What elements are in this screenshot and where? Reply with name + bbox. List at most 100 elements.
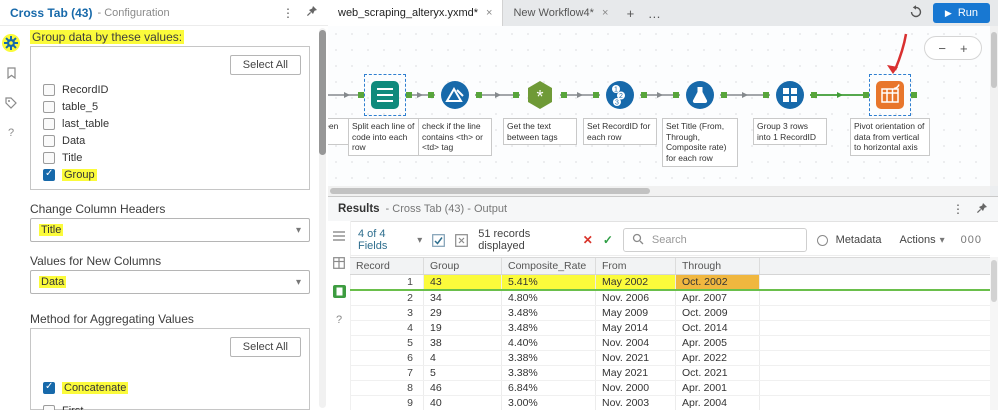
cell[interactable]: 2 [350,291,424,305]
output-anchor[interactable] [641,92,647,98]
field-option-data[interactable]: Data [31,132,309,149]
data-preview-icon[interactable] [332,285,346,301]
help-icon[interactable]: ? [2,124,20,142]
cell[interactable]: 46 [424,381,502,395]
zoom-in-button[interactable]: + [960,41,968,56]
cell[interactable]: 5 [350,336,424,350]
cell[interactable]: 3 [350,306,424,320]
table-view-icon[interactable] [333,257,345,272]
column-header-from[interactable]: From [596,258,676,274]
gear-icon[interactable] [2,34,20,52]
help-icon[interactable]: ? [336,314,342,326]
new-columns-dropdown[interactable]: Data ▾ [30,270,310,294]
cell[interactable]: 29 [424,306,502,320]
field-option-last-table[interactable]: last_table [31,115,309,132]
input-anchor[interactable] [428,92,434,98]
new-tab-button[interactable]: + [618,6,642,21]
fields-dropdown[interactable]: 4 of 4 Fields ▾ [358,228,422,252]
metadata-radio[interactable] [816,234,828,246]
cell-viewer-icon[interactable] [455,233,469,247]
field-option-group[interactable]: Group [31,166,309,183]
table-row[interactable]: 9 40 3.00% Nov. 2003 Apr. 2004 [350,396,990,410]
field-option-recordid[interactable]: RecordID [31,81,309,98]
input-anchor[interactable] [593,92,599,98]
input-anchor[interactable] [763,92,769,98]
output-anchor[interactable] [911,92,917,98]
tool-cross-tab[interactable]: Pivot orientation of data from vertical … [850,74,930,156]
cell[interactable]: 7 [350,366,424,380]
cell[interactable]: 4 [424,351,502,365]
actions-dropdown[interactable]: Actions ▾ [900,234,945,246]
cell[interactable]: 40 [424,396,502,410]
table-row[interactable]: 7 5 3.38% May 2021 Oct. 2021 [350,366,990,381]
checkbox[interactable] [43,381,55,394]
select-all-button[interactable]: Select All [229,55,301,75]
cell[interactable]: May 2021 [596,366,676,380]
tool-formula-set-title[interactable]: Set Title (From, Through, Composite rate… [660,76,740,167]
cell[interactable]: 6 [350,351,424,365]
checkbox[interactable] [43,117,55,130]
method-option-first[interactable]: First [31,402,309,410]
cell[interactable]: Apr. 2005 [676,336,760,350]
checkbox[interactable] [43,168,55,181]
cell[interactable]: 3.38% [502,366,596,380]
cell[interactable]: Oct. 2009 [676,306,760,320]
tool-regex-get-text[interactable]: * Get the text between tags [500,76,580,146]
kebab-menu-icon[interactable]: ⋮ [952,202,964,216]
cell[interactable]: 5.41% [502,275,596,289]
input-anchor[interactable] [863,92,869,98]
tab-workflow-1[interactable]: web_scraping_alteryx.yxmd* × [328,0,504,26]
change-headers-dropdown[interactable]: Title ▾ [30,218,310,242]
pin-icon[interactable] [306,5,318,20]
errors-filter-icon[interactable]: ✕ [583,233,593,247]
canvas-horizontal-scrollbar[interactable] [328,186,990,196]
kebab-menu-icon[interactable]: ⋮ [282,6,294,20]
cell[interactable]: 4.40% [502,336,596,350]
cell[interactable]: Nov. 2004 [596,336,676,350]
table-row[interactable]: 2 34 4.80% Nov. 2006 Apr. 2007 [350,291,990,306]
scrollbar-thumb[interactable] [991,32,997,88]
cell[interactable]: 19 [424,321,502,335]
cell[interactable]: Nov. 2003 [596,396,676,410]
checkbox[interactable] [43,134,55,147]
cell[interactable]: May 2002 [596,275,676,289]
cell[interactable]: 43 [424,275,502,289]
canvas-vertical-scrollbar[interactable] [990,26,998,186]
output-anchor[interactable] [561,92,567,98]
history-icon[interactable] [909,4,923,22]
checkbox[interactable] [43,404,55,410]
input-anchor[interactable] [513,92,519,98]
cell[interactable]: 34 [424,291,502,305]
tool-record-id[interactable]: 123 Set RecordID for each row [580,76,660,146]
cell[interactable]: 9 [350,396,424,410]
search-input[interactable] [649,233,794,247]
cell[interactable]: 8 [350,381,424,395]
cell[interactable]: May 2014 [596,321,676,335]
cell[interactable]: 38 [424,336,502,350]
cell[interactable]: 1 [350,275,424,289]
table-row[interactable]: 3 29 3.48% May 2009 Oct. 2009 [350,306,990,321]
table-row[interactable]: 1 43 5.41% May 2002 Oct. 2002 [350,275,990,291]
output-anchor[interactable] [406,92,412,98]
list-view-icon[interactable] [333,231,345,244]
table-row[interactable]: 4 19 3.48% May 2014 Oct. 2014 [350,321,990,336]
tab-workflow-2[interactable]: New Workflow4* × [503,0,618,26]
checkbox[interactable] [43,151,55,164]
cell[interactable]: 4 [350,321,424,335]
table-row[interactable]: 6 4 3.38% Nov. 2021 Apr. 2022 [350,351,990,366]
cell[interactable]: Apr. 2004 [676,396,760,410]
output-anchor[interactable] [811,92,817,98]
checkbox[interactable] [43,100,55,113]
cell[interactable]: Oct. 2021 [676,366,760,380]
cell[interactable]: Apr. 2001 [676,381,760,395]
more-tabs-button[interactable]: … [642,6,666,21]
column-header-through[interactable]: Through [676,258,760,274]
cell[interactable]: Apr. 2007 [676,291,760,305]
column-header-composite-rate[interactable]: Composite_Rate [502,258,596,274]
cell[interactable]: May 2009 [596,306,676,320]
field-option-title[interactable]: Title [31,149,309,166]
cell[interactable]: 6.84% [502,381,596,395]
input-anchor[interactable] [673,92,679,98]
cell[interactable]: Nov. 2006 [596,291,676,305]
scrollbar-thumb[interactable] [330,188,650,194]
